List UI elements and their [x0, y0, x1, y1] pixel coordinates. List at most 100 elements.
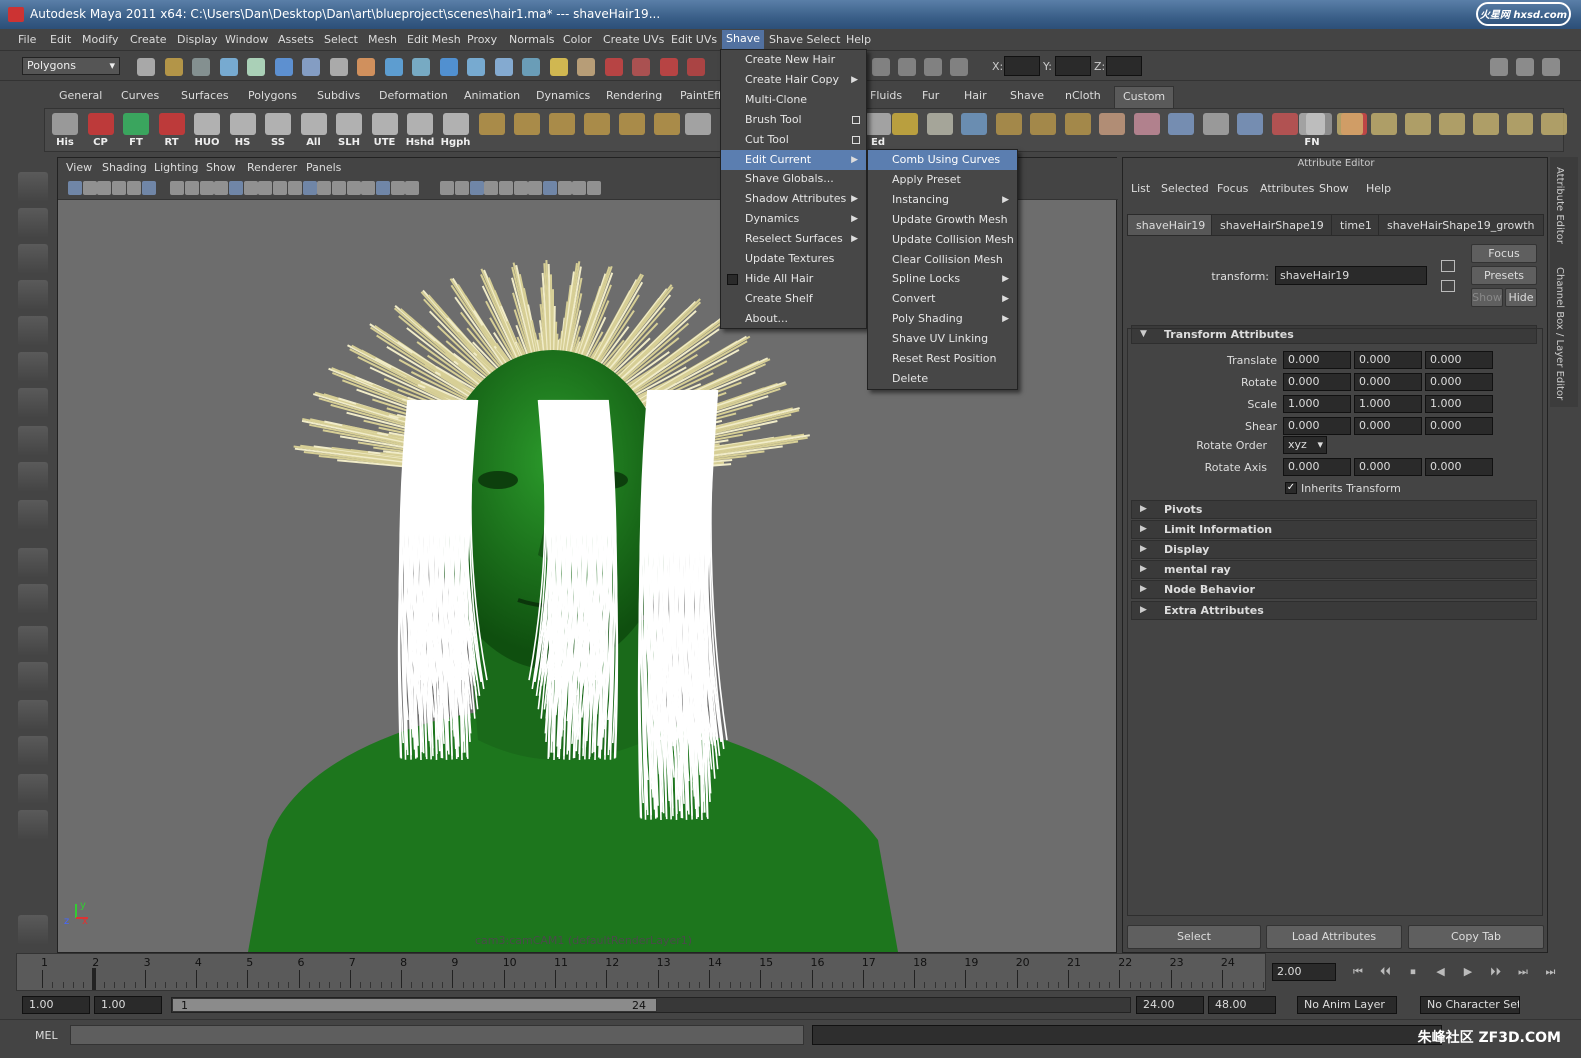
toolbox-tool-icon[interactable]	[18, 810, 48, 840]
shelf-button-his[interactable]: His	[50, 113, 80, 149]
shelf-custom-icon[interactable]	[1063, 113, 1093, 149]
status-tool-icon[interactable]	[604, 58, 623, 76]
shelf-uv-icon[interactable]	[1505, 113, 1535, 149]
shelf-tab-fur[interactable]: Fur	[922, 89, 939, 102]
end-time-field[interactable]: 48.00	[1208, 996, 1276, 1014]
snap-icon[interactable]	[950, 58, 968, 76]
shelf-tab-surfaces[interactable]: Surfaces	[181, 89, 229, 102]
ae-menu-help[interactable]: Help	[1366, 182, 1391, 195]
checkbox-icon[interactable]	[727, 273, 738, 285]
shelf-custom-icon[interactable]	[994, 113, 1024, 149]
shelf-mesh-icon[interactable]	[547, 113, 577, 149]
mel-label[interactable]: MEL	[35, 1029, 58, 1042]
menu-normals[interactable]: Normals	[509, 33, 555, 46]
shelf-button-slh[interactable]: SLH	[334, 113, 364, 149]
status-tool-icon[interactable]	[329, 58, 348, 76]
snap-icon[interactable]	[924, 58, 942, 76]
menu-shave-select[interactable]: Shave Select	[769, 33, 840, 46]
playback-button-icon[interactable]: ⏭	[1515, 965, 1531, 979]
anim-layer-dropdown[interactable]: No Anim Layer	[1297, 996, 1397, 1014]
shelf-custom-icon[interactable]	[1132, 113, 1162, 149]
shelf-custom-icon[interactable]	[890, 113, 920, 149]
ae-menu-attributes[interactable]: Attributes	[1260, 182, 1314, 195]
shelf-uv-icon[interactable]	[1539, 113, 1569, 149]
status-tool-icon[interactable]	[522, 58, 540, 76]
playback-button-icon[interactable]: ⏭	[1543, 965, 1559, 979]
menu-proxy[interactable]: Proxy	[467, 33, 497, 46]
menu-color[interactable]: Color	[563, 33, 592, 46]
toolbox-tool-icon[interactable]	[18, 548, 48, 578]
shelf-tab-curves[interactable]: Curves	[121, 89, 159, 102]
shave-menu-item-create-new-hair[interactable]: Create New Hair	[721, 50, 866, 70]
status-tool-icon[interactable]	[192, 58, 210, 76]
menu-window[interactable]: Window	[225, 33, 268, 46]
shelf-button-all[interactable]: All	[299, 113, 329, 149]
status-tool-icon[interactable]	[632, 58, 650, 76]
menu-set-dropdown[interactable]: Polygons ▾	[22, 57, 120, 75]
viewport-tool-icon[interactable]	[141, 181, 156, 195]
toolbox-tool-icon[interactable]	[18, 388, 48, 418]
shelf-tab-polygons[interactable]: Polygons	[248, 89, 297, 102]
ae-menu-focus[interactable]: Focus	[1217, 182, 1248, 195]
menu-shave[interactable]: Shave	[722, 30, 764, 50]
viewport-tool-icon[interactable]	[229, 181, 243, 195]
edit-current-item-update-growth-mesh[interactable]: Update Growth Mesh	[868, 210, 1017, 230]
shave-menu-item-shave-globals-[interactable]: Shave Globals...	[721, 169, 866, 189]
ae-tab-shavehairshape19_growth[interactable]: shaveHairShape19_growth	[1378, 214, 1544, 236]
shelf-custom-icon[interactable]	[1097, 113, 1127, 149]
playback-button-icon[interactable]: ◀	[1433, 965, 1449, 979]
menu-create-uvs[interactable]: Create UVs	[603, 33, 664, 46]
shelf-tab-general[interactable]: General	[59, 89, 102, 102]
shelf-tab-rendering[interactable]: Rendering	[606, 89, 662, 102]
transform-name-field[interactable]: shaveHair19	[1275, 266, 1427, 285]
edit-current-item-spline-locks[interactable]: Spline Locks ▶	[868, 269, 1017, 289]
viewport-tool-icon[interactable]	[528, 181, 543, 195]
panel-toggle-icon[interactable]	[1542, 58, 1560, 76]
section-mental-ray[interactable]: ▶ mental ray	[1131, 560, 1537, 579]
viewport-menu-renderer[interactable]: Renderer	[247, 161, 297, 174]
edit-current-item-comb-using-curves[interactable]: Comb Using Curves	[868, 150, 1017, 170]
shelf-tab-fluids[interactable]: Fluids	[870, 89, 902, 102]
shelf-custom-icon[interactable]	[1028, 113, 1058, 149]
show-button[interactable]: Show	[1471, 288, 1503, 307]
toolbox-tool-icon[interactable]	[18, 280, 48, 310]
x-field[interactable]	[1004, 56, 1040, 76]
viewport-tool-icon[interactable]	[484, 181, 499, 195]
shelf-tab-ncloth[interactable]: nCloth	[1065, 89, 1101, 102]
viewport-tool-icon[interactable]	[557, 181, 572, 195]
edit-current-item-reset-rest-position[interactable]: Reset Rest Position	[868, 349, 1017, 369]
viewport-menu-view[interactable]: View	[66, 161, 92, 174]
menu-edit-uvs[interactable]: Edit UVs	[671, 33, 717, 46]
viewport-tool-icon[interactable]	[287, 181, 302, 195]
toolbox-tool-icon[interactable]	[18, 500, 48, 530]
rotate-axis-x[interactable]: 0.000	[1283, 458, 1351, 476]
shave-menu-item-dynamics[interactable]: Dynamics ▶	[721, 209, 866, 229]
playback-button-icon[interactable]: ⏹	[1405, 965, 1421, 979]
shelf-tab-dynamics[interactable]: Dynamics	[536, 89, 590, 102]
inherits-transform-checkbox[interactable]: ✓	[1285, 482, 1297, 494]
side-tab-attribute-editor[interactable]: Attribute Editor	[1554, 167, 1565, 244]
panel-toggle-icon[interactable]	[1516, 58, 1534, 76]
shelf-button-rt[interactable]: RT	[157, 113, 187, 149]
status-tool-icon[interactable]	[357, 58, 375, 76]
menu-display[interactable]: Display	[177, 33, 218, 46]
status-tool-icon[interactable]	[219, 58, 238, 76]
shelf-custom-icon[interactable]	[1166, 113, 1196, 149]
viewport-tool-icon[interactable]	[82, 181, 97, 195]
shave-menu-item-cut-tool[interactable]: Cut Tool	[721, 130, 866, 150]
range-slider-handle[interactable]: 1 24	[172, 998, 657, 1012]
menu-create[interactable]: Create	[130, 33, 167, 46]
shelf-uv-icon[interactable]	[1335, 113, 1365, 149]
menu-assets[interactable]: Assets	[278, 33, 314, 46]
panel-toggle-icon[interactable]	[1490, 58, 1508, 76]
viewport-tool-icon[interactable]	[170, 181, 185, 195]
shelf-button-ft[interactable]: FT	[121, 113, 151, 149]
snap-icon[interactable]	[872, 58, 890, 76]
status-tool-icon[interactable]	[659, 58, 678, 76]
z-field[interactable]	[1106, 56, 1142, 76]
viewport-tool-icon[interactable]	[390, 181, 405, 195]
shelf-uv-icon[interactable]	[1403, 113, 1433, 149]
shave-menu-item-create-shelf[interactable]: Create Shelf	[721, 289, 866, 309]
status-tool-icon[interactable]	[412, 58, 430, 76]
viewport-tool-icon[interactable]	[454, 181, 469, 195]
